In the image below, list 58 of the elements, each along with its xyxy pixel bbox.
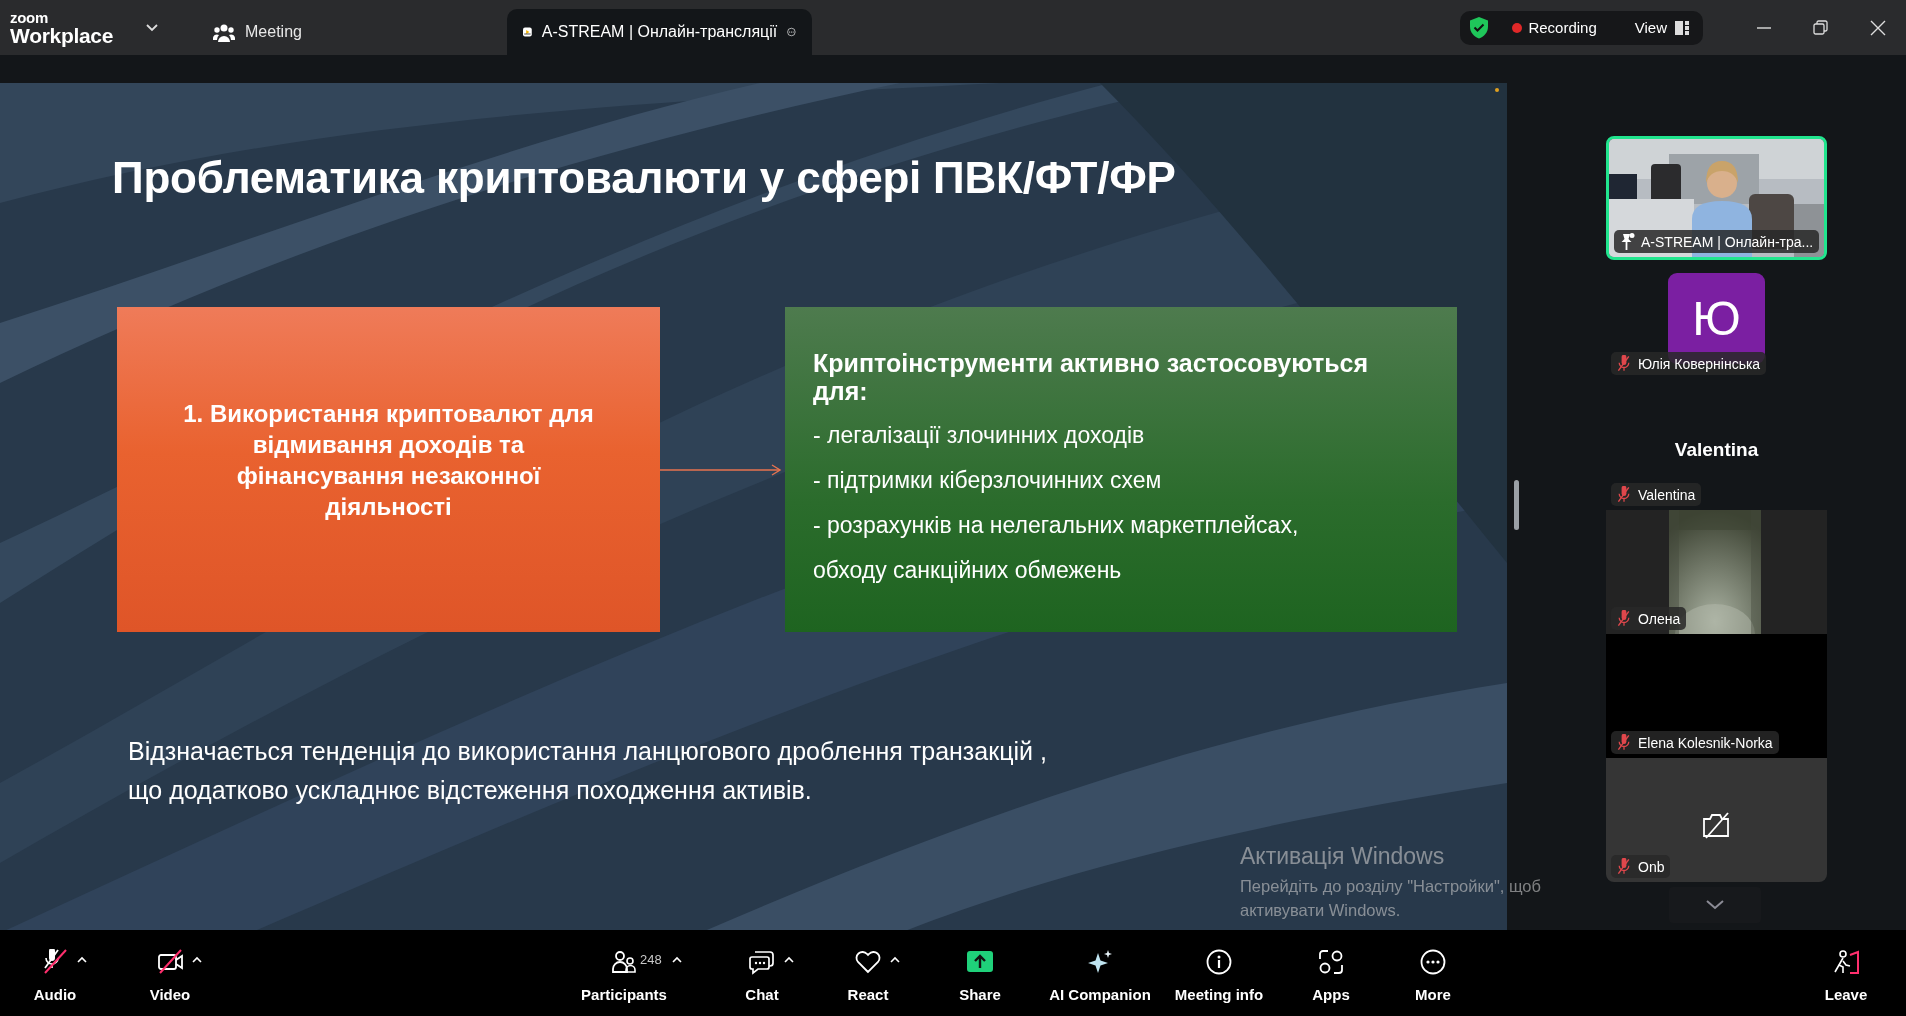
people-icon (611, 949, 637, 975)
caret-icon[interactable] (77, 956, 87, 964)
video-tile[interactable]: A-STREAM | Онлайн-тра... (1606, 136, 1827, 260)
bullet-text: - розрахунків на нелегальних маркетплейсах, (813, 511, 1300, 540)
bullet-text: - підтримки кіберзлочинних схем (813, 466, 1163, 495)
window-tab[interactable]: A-STREAM | Онлайн-трансляції (507, 9, 812, 55)
recording-dot-icon (1512, 22, 1523, 33)
toolbar-button[interactable]: More (1397, 930, 1469, 1016)
indicator-dot (1495, 88, 1499, 92)
caret-icon[interactable] (890, 956, 900, 964)
view-button[interactable]: View (1634, 19, 1689, 36)
video-tile[interactable]: Onb (1606, 758, 1827, 882)
restore-icon (1813, 20, 1828, 35)
activation-title: Активація Windows (1240, 842, 1445, 870)
video-tile[interactable]: Олена (1606, 510, 1827, 634)
minimize-icon (1756, 26, 1771, 29)
resize-handle[interactable] (1514, 480, 1519, 530)
close-icon (1869, 19, 1886, 36)
caret-icon[interactable] (672, 956, 682, 964)
activation-message: Перейдіть до розділу "Настройки", щоб активувати Windows. (1240, 876, 1542, 921)
sparkle-icon (1087, 949, 1113, 975)
name-label: Onb (1611, 855, 1671, 878)
share-icon (967, 949, 993, 975)
caret-icon[interactable] (784, 956, 794, 964)
participant-name: Valentina (1673, 439, 1760, 461)
caret-icon[interactable] (192, 956, 202, 964)
toolbar-button[interactable]: Leave (1810, 930, 1882, 1016)
name-label: Олена (1611, 607, 1687, 630)
slide-note: Відзначається тенденція до використання ланцюгового дроблення транзакцій , (128, 736, 1048, 767)
box-heading: Криптоінструменти активно застосовуються для: (813, 349, 1370, 405)
name-label: A-STREAM | Онлайн-тра... (1614, 230, 1820, 253)
more-icon (1420, 949, 1446, 975)
people-icon (213, 22, 235, 42)
slide-title: Проблематика криптовалюти у сфері ПВК/ФТ/ФР (112, 153, 1177, 203)
window-tab[interactable]: Meeting (197, 9, 507, 55)
heart-icon (855, 949, 881, 975)
brand-name: Workplace (10, 24, 115, 46)
toolbar-button[interactable]: AI Companion (1040, 930, 1160, 1016)
toolbar-button[interactable]: Participants 248 (564, 930, 684, 1016)
apps-icon (1318, 949, 1344, 975)
chat-icon (749, 949, 775, 975)
bullet-text: - легалізації злочинних доходів (813, 421, 1146, 450)
participant-count: 248 (640, 952, 662, 967)
slide-text-box: 1. Використання криптовалют для відмивання доходів та фінансування незаконної діяльності (117, 307, 660, 632)
layout-icon (1675, 20, 1689, 35)
video-tile[interactable]: Elena Kolesnik-Norka (1606, 634, 1827, 758)
chevron-down-icon (1706, 900, 1724, 910)
security-shield-icon (1468, 16, 1491, 39)
info-icon (1206, 949, 1232, 975)
name-label: Valentina (1611, 483, 1702, 506)
name-label: Elena Kolesnik-Norka (1611, 731, 1779, 754)
leave-icon (1833, 949, 1859, 975)
chevron-down-icon[interactable] (145, 23, 159, 32)
bullet-text: обходу санкційних обмежень (813, 556, 1123, 585)
recording-indicator[interactable]: Recording (1512, 19, 1597, 36)
camera-off-icon (1702, 810, 1732, 840)
slide-note: що додатково ускладнює відстеження походження активів. (128, 775, 813, 806)
brand-logo-text: zoom (10, 9, 49, 25)
